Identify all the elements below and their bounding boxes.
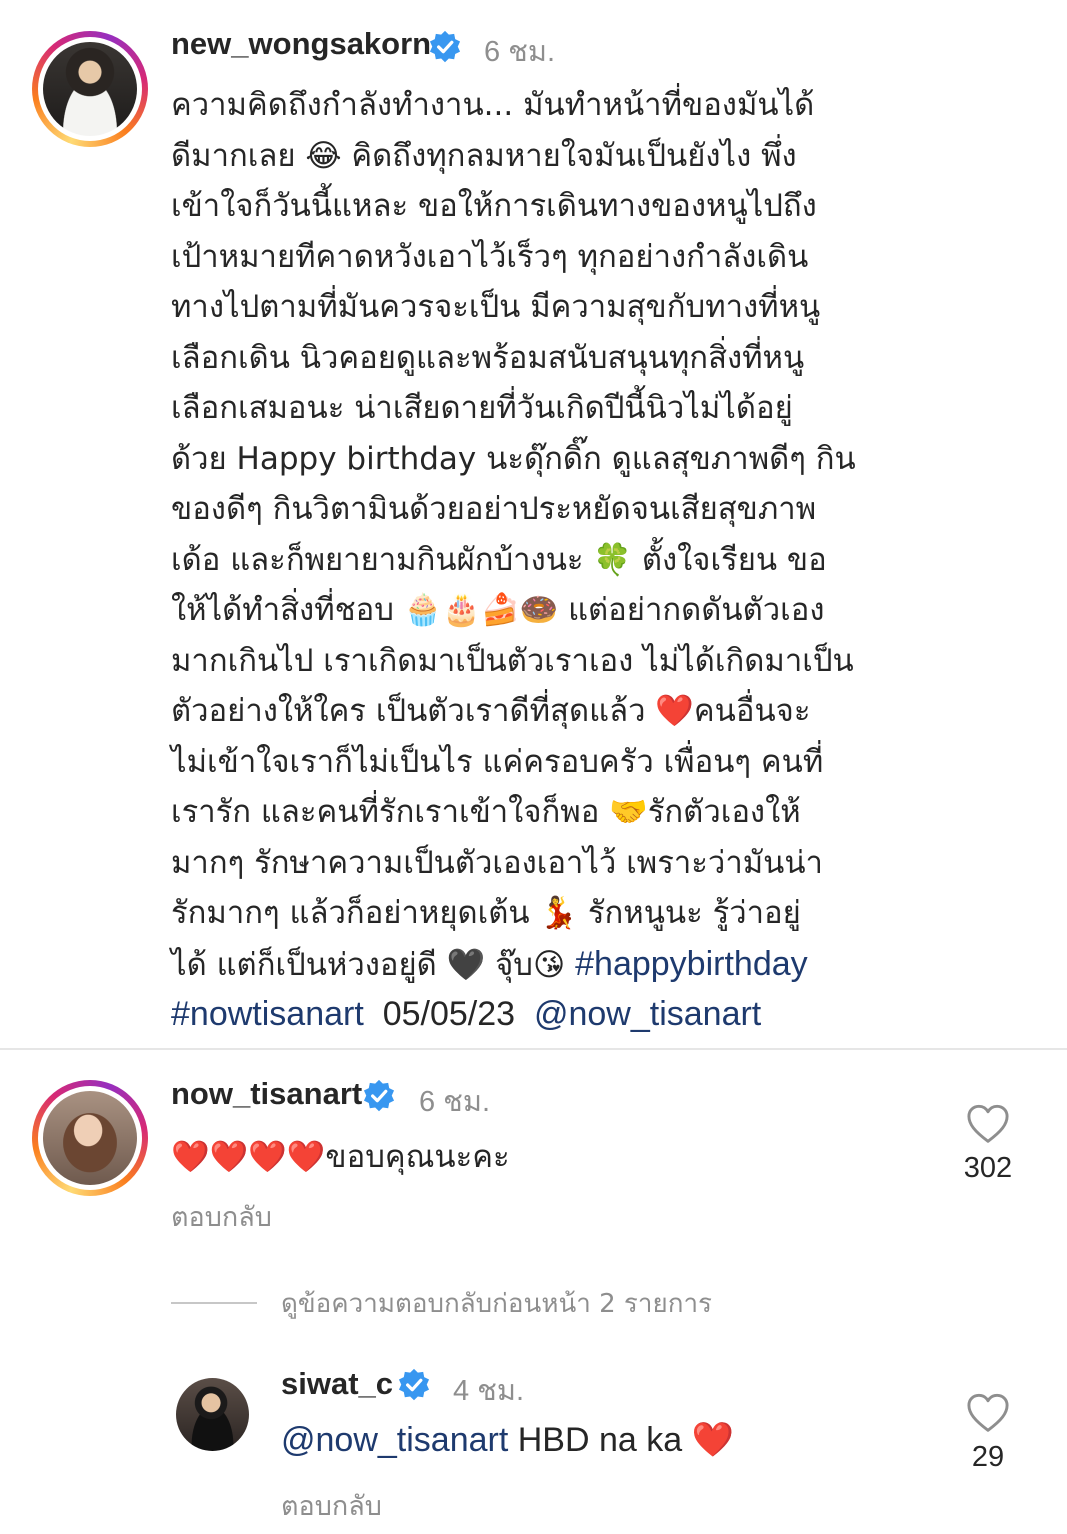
reply-like: 29 <box>948 1393 1028 1474</box>
comment-text: ขอบคุณนะคะ <box>325 1139 510 1175</box>
reply-text: HBD na ka <box>508 1421 692 1459</box>
like-count: 302 <box>963 1152 1013 1184</box>
view-previous-replies[interactable]: ดูข้อความตอบกลับก่อนหน้า 2 รายการ <box>171 1283 712 1323</box>
caption-line: ทางไปตามที่มันควรจะเป็น มีความสุขกับทางท… <box>171 289 821 325</box>
verified-badge-icon <box>398 1368 430 1401</box>
caption-line: เลือกเดิน นิวคอยดูและพร้อมสนับสนุนทุกสิ่… <box>171 339 805 376</box>
caption-line: เด้อ และก็พยายามกินผักบ้างนะ 🍀 ตั้งใจเรี… <box>171 541 827 578</box>
avatar <box>43 42 137 136</box>
caption-line: เลือกเสมอนะ น่าเสียดายที่วันเกิดปีนี้นิว… <box>171 390 793 426</box>
comment-username[interactable]: now_tisanart <box>171 1076 362 1112</box>
heart-outline-icon[interactable] <box>966 1104 1010 1144</box>
caption-line-last: ได้ แต่ก็เป็นห่วงอยู่ดี 🖤 จุ๊บ😘 #happybi… <box>171 939 941 990</box>
caption-line: ของดีๆ กินวิตามินด้วยอย่าประหยัดจนเสียสุ… <box>171 491 817 527</box>
verified-badge-icon <box>363 1079 395 1112</box>
story-ring-avatar-now-tisanart[interactable] <box>32 1080 148 1196</box>
reply-time: 4 ชม. <box>453 1375 525 1407</box>
avatar <box>43 1091 137 1185</box>
caption-line-text: ได้ แต่ก็เป็นห่วงอยู่ดี 🖤 จุ๊บ😘 <box>171 946 576 983</box>
comment-like: 302 <box>948 1104 1028 1185</box>
avatar-siwat-c[interactable] <box>176 1378 249 1451</box>
mention-link[interactable]: @now_tisanart <box>534 995 761 1033</box>
comment-time: 6 ชม. <box>419 1086 491 1118</box>
caption-line: ไม่เข้าใจเราก็ไม่เป็นไร แค่ครอบครัว เพื่… <box>171 743 824 780</box>
caption-line: ให้ได้ทำสิ่งที่ชอบ 🧁🎂🍰🍩 แต่อย่ากดดันตัวเ… <box>171 592 825 628</box>
mention-link[interactable]: @now_tisanart <box>281 1421 508 1459</box>
verified-badge-icon <box>429 30 461 63</box>
heart-emojis: ❤️❤️❤️❤️ <box>171 1139 326 1175</box>
like-count: 29 <box>971 1441 1005 1473</box>
caption-line: เป้าหมายทีคาดหวังเอาไว้เร็วๆ ทุกอย่างกำล… <box>171 238 809 275</box>
caption-line: เรารัก และคนที่รักเราเข้าใจก็พอ 🤝รักตัวเ… <box>171 794 801 830</box>
caption-post: new_wongsakorn 6 ชม. ความคิดถึงกำลังทำงา… <box>0 0 1067 1048</box>
caption-tags-line: #nowtisanart 05/05/23 @now_tisanart <box>171 989 941 1039</box>
caption-line: ความคิดถึงกำลังทำงาน... มันทำหน้าที่ของม… <box>171 87 815 123</box>
caption-line: ด้วย Happy birthday นะดุ๊กดิ๊ก ดูแลสุขภา… <box>171 440 856 477</box>
caption-line: ตัวอย่างให้ใคร เป็นตัวเราดีที่สุดแล้ว ❤️… <box>171 693 811 729</box>
replies-rule <box>171 1302 257 1304</box>
comment-body: ❤️❤️❤️❤️ขอบคุณนะคะ <box>171 1131 510 1181</box>
reply-body: @now_tisanart HBD na ka ❤️ <box>281 1420 734 1460</box>
reply-username[interactable]: siwat_c <box>281 1366 393 1402</box>
post-time: 6 ชม. <box>484 36 556 68</box>
story-ring-avatar-new-wongsakorn[interactable] <box>32 31 148 147</box>
post-date: 05/05/23 <box>382 995 516 1033</box>
caption-line: รักมากๆ แล้วก็อย่าหยุดเต้น 💃 รักหนูนะ รู… <box>171 895 801 931</box>
post-username[interactable]: new_wongsakorn <box>171 26 431 62</box>
reply-button[interactable]: ตอบกลับ <box>171 1195 272 1238</box>
caption-line: มากเกินไป เราเกิดมาเป็นตัวเราเอง ไม่ได้เ… <box>171 642 854 679</box>
hashtag-link[interactable]: #nowtisanart <box>171 995 364 1033</box>
caption-line: มากๆ รักษาความเป็นตัวเองเอาไว้ เพราะว่าม… <box>171 844 823 881</box>
view-replies-label: ดูข้อความตอบกลับก่อนหน้า 2 รายการ <box>281 1288 713 1319</box>
post-caption: ความคิดถึงกำลังทำงาน... มันทำหน้าที่ของม… <box>171 80 941 1039</box>
heart-outline-icon[interactable] <box>966 1393 1010 1433</box>
divider <box>0 1048 1067 1050</box>
hashtag-link[interactable]: #happybirthday <box>575 945 808 983</box>
reply-button[interactable]: ตอบกลับ <box>281 1484 382 1527</box>
heart-emoji: ❤️ <box>691 1420 734 1460</box>
caption-line: เข้าใจก็วันนี้แหละ ขอให้การเดินทางของหนู… <box>171 188 817 224</box>
caption-line: ดีมากเลย 😂 คิดถึงทุกลมหายใจมันเป็นยังไง … <box>171 137 797 174</box>
